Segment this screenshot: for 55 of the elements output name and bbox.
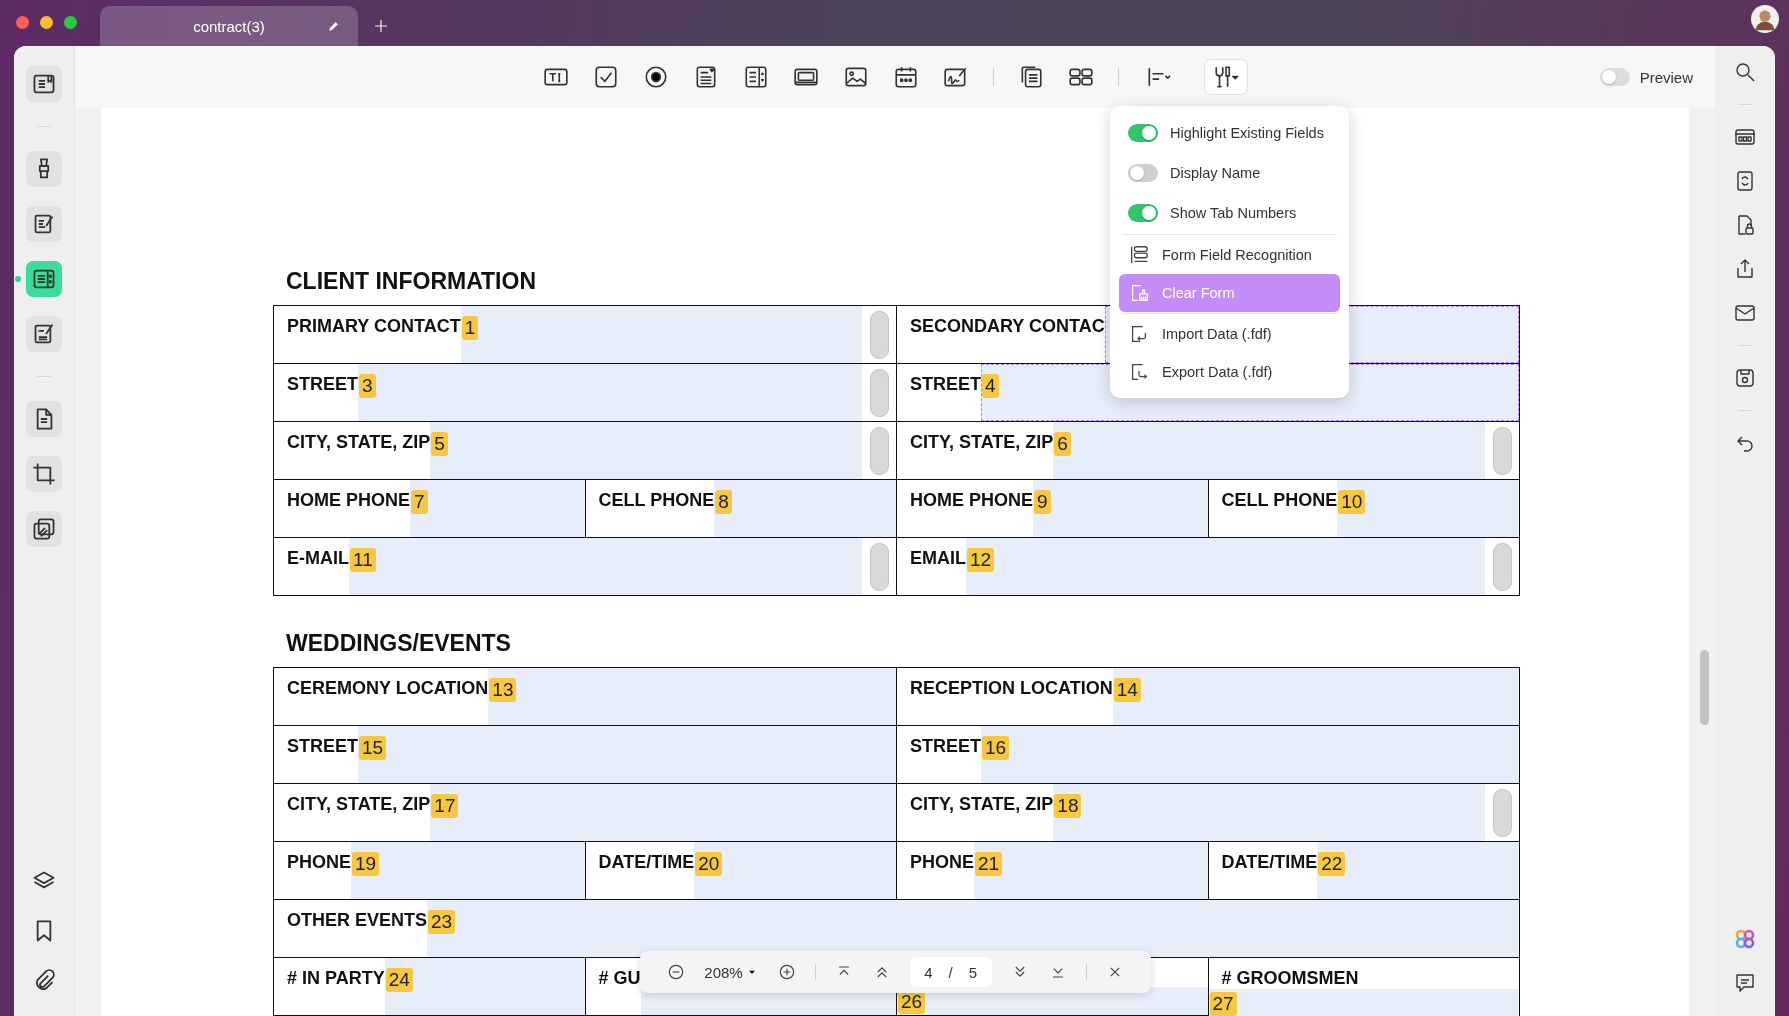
field-label: # GU: [597, 967, 641, 989]
field-label: # IN PARTY: [286, 967, 385, 989]
field-label: # GROOMSMEN: [1220, 967, 1360, 989]
menu-item-label: Highlight Existing Fields: [1170, 125, 1324, 141]
tab-number-badge: 5: [431, 432, 448, 456]
tab-number-badge: 27: [1209, 992, 1237, 1016]
field-label: CITY, STATE, ZIP: [909, 431, 1054, 453]
tab-number-badge: 4: [982, 374, 999, 398]
field-label: OTHER EVENTS: [286, 909, 428, 931]
field-label: CITY, STATE, ZIP: [286, 431, 431, 453]
tab-number-badge: 8: [715, 490, 732, 514]
tab-number-badge: 17: [431, 794, 459, 818]
tab-number-badge: 12: [967, 548, 995, 572]
tab-number-badge: 6: [1054, 432, 1071, 456]
field-label: CITY, STATE, ZIP: [909, 793, 1054, 815]
section-heading: CLIENT INFORMATION: [285, 267, 536, 296]
field-label: E-MAIL: [286, 547, 349, 569]
field-label: RECEPTION LOCATION: [909, 677, 1113, 699]
field-label: CITY, STATE, ZIP: [286, 793, 431, 815]
tab-number-badge: 10: [1338, 490, 1366, 514]
tab-number-badge: 18: [1054, 794, 1082, 818]
field-label: HOME PHONE: [909, 489, 1033, 511]
field-label: EMAIL: [909, 547, 966, 569]
section-heading: WEDDINGS/EVENTS: [285, 629, 511, 658]
tab-number-badge: 22: [1318, 852, 1346, 876]
tab-number-badge: 24: [385, 968, 413, 992]
field-label: STREET: [286, 373, 358, 395]
tab-number-badge: 15: [359, 736, 387, 760]
field-label: CELL PHONE: [597, 489, 715, 511]
field-label: DATE/TIME: [597, 851, 695, 873]
field-label: STREET: [909, 735, 981, 757]
field-label: STREET: [909, 373, 981, 395]
field-label: DATE/TIME: [1220, 851, 1318, 873]
field-label: PHONE: [286, 851, 351, 873]
tab-number-badge: 21: [975, 852, 1003, 876]
field-label: PHONE: [909, 851, 974, 873]
tab-number-badge: 1: [461, 316, 479, 340]
tab-number-badge: 3: [359, 374, 376, 398]
field-label: STREET: [286, 735, 358, 757]
tab-number-badge: 14: [1113, 678, 1141, 702]
tab-number-badge: 16: [982, 736, 1010, 760]
tab-number-badge: 23: [428, 910, 456, 934]
field-label: PRIMARY CONTACT: [286, 315, 461, 337]
tab-number-badge: 11: [350, 548, 376, 572]
tab-number-badge: 20: [695, 852, 723, 876]
menu-item-label: Show Tab Numbers: [1170, 205, 1297, 221]
tab-number-badge: 13: [489, 678, 517, 702]
tab-number-badge: 7: [411, 490, 428, 514]
tab-number-badge: 19: [352, 852, 380, 876]
field-label: HOME PHONE: [286, 489, 410, 511]
field-label: SECONDARY CONTAC: [909, 315, 1105, 337]
menu-item-label: Display Name: [1170, 165, 1261, 181]
field-label: CEREMONY LOCATION: [286, 677, 489, 699]
tab-number-badge: 9: [1034, 490, 1051, 514]
field-label: CELL PHONE: [1220, 489, 1338, 511]
